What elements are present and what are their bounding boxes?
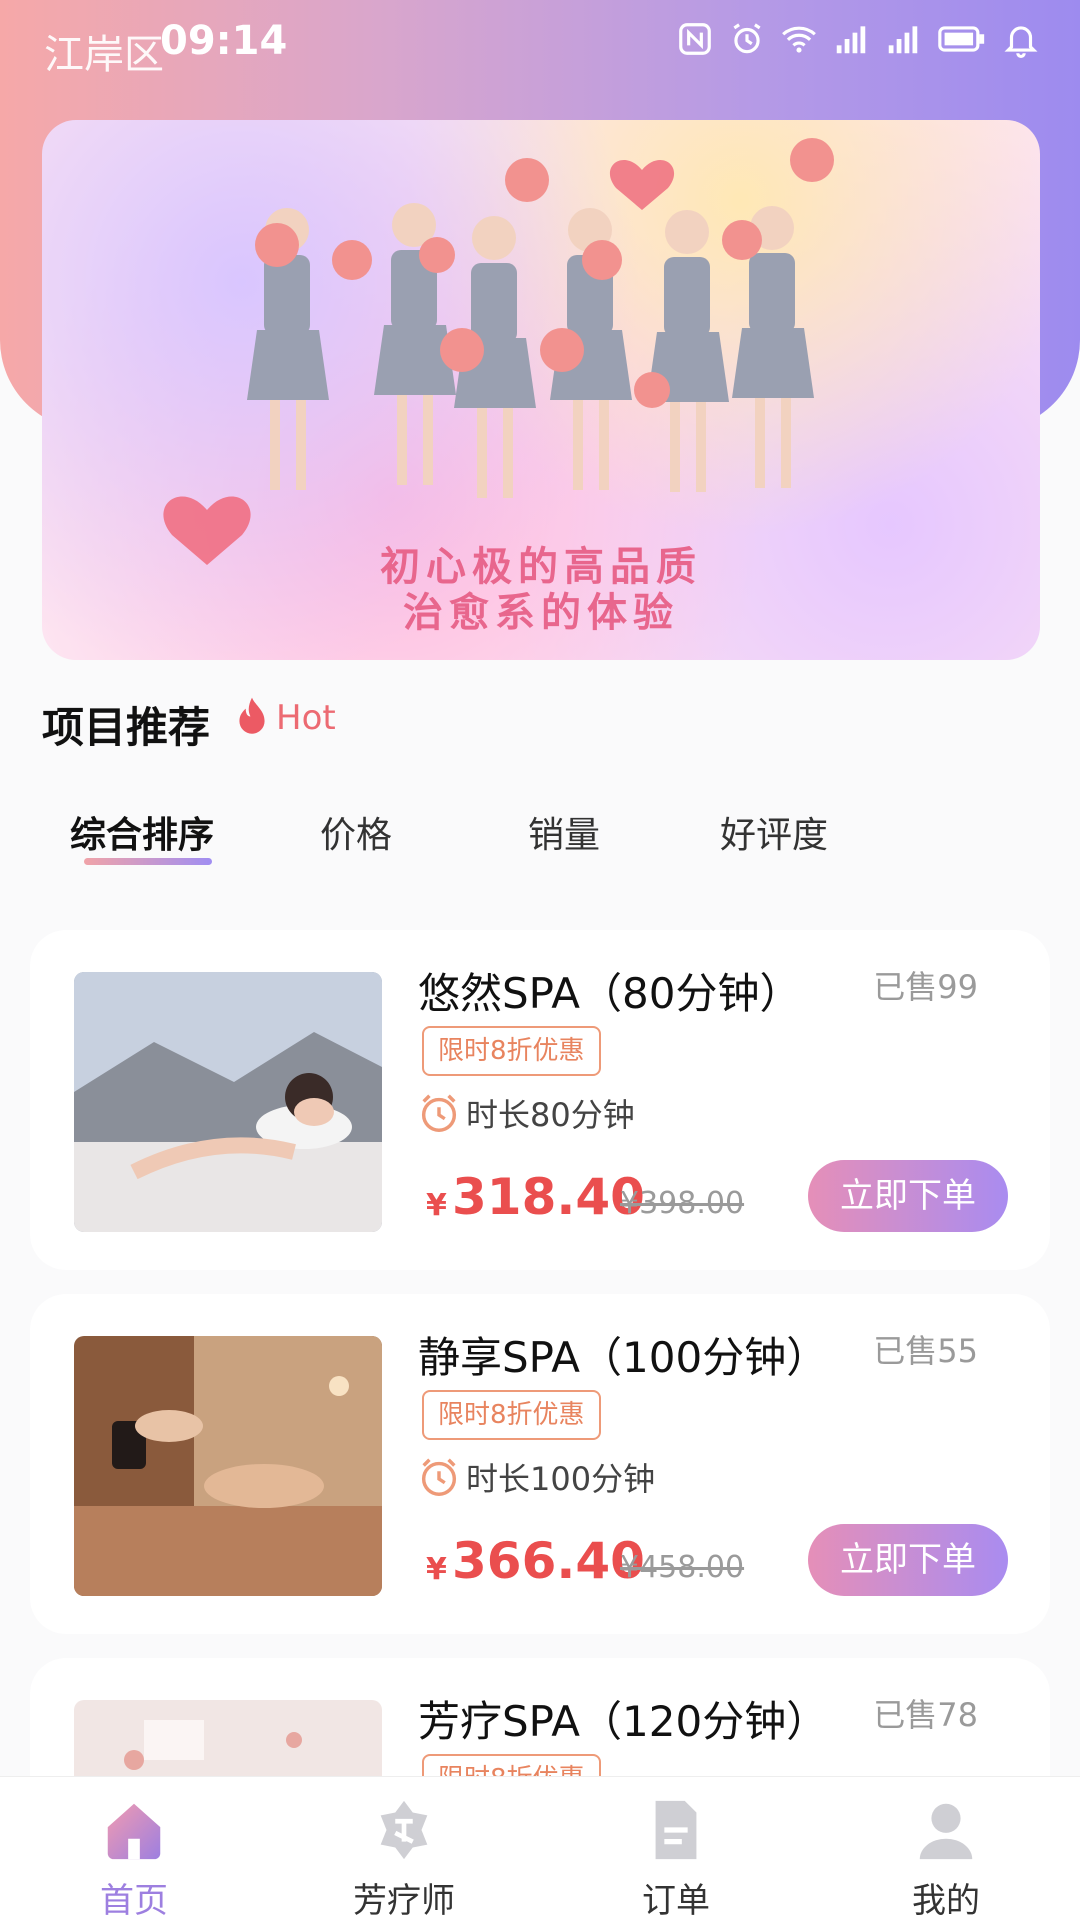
- status-time: 09:14: [160, 18, 288, 64]
- sold-count: 已售78: [873, 1696, 978, 1734]
- battery-icon: [936, 20, 988, 58]
- promo-banner[interactable]: 初心极的高品质 治愈系的体验: [42, 120, 1040, 660]
- sale-price: 318.40: [452, 1168, 645, 1226]
- original-price: ¥398.00: [620, 1186, 745, 1221]
- section-title: 项目推荐: [42, 703, 211, 752]
- signal-4g-icon: [884, 20, 922, 58]
- tab-sales[interactable]: 销量: [528, 806, 600, 858]
- signal-5g-icon: [832, 20, 870, 58]
- clock-icon: [421, 1094, 457, 1132]
- order-icon: [655, 1800, 697, 1860]
- wifi-icon: [780, 20, 818, 58]
- nav-profile-label: 我的: [912, 1881, 980, 1920]
- nav-therapist[interactable]: 芳疗师: [314, 1795, 494, 1920]
- nav-orders-label: 订单: [642, 1881, 710, 1920]
- product-image: [74, 972, 382, 1232]
- status-icons: [676, 20, 1040, 58]
- app-page: 江岸区 09:14 初心极的高品质 治愈系的体验 项目推荐 Hot 综合排序 价…: [0, 0, 1080, 1920]
- nav-home[interactable]: 首页: [44, 1795, 224, 1920]
- sold-count: 已售55: [873, 1332, 978, 1370]
- product-name: 芳疗SPA（120分钟）: [418, 1697, 829, 1746]
- original-price: ¥458.00: [620, 1550, 745, 1585]
- order-now-button[interactable]: 立即下单: [808, 1524, 1008, 1596]
- currency-symbol: ¥: [426, 1188, 447, 1223]
- banner-headline-2: 治愈系的体验: [403, 590, 679, 636]
- product-name: 悠然SPA（80分钟）: [418, 969, 802, 1018]
- discount-tag: 限时8折优惠: [422, 1026, 601, 1076]
- nav-therapist-label: 芳疗师: [353, 1881, 455, 1920]
- clock-icon: [421, 1458, 457, 1496]
- product-card[interactable]: 悠然SPA（80分钟） 已售99 限时8折优惠 时长80分钟 ¥ 318.40 …: [30, 930, 1050, 1270]
- hot-label: Hot: [276, 698, 336, 738]
- location-label[interactable]: 江岸区: [44, 22, 164, 80]
- profile-icon: [919, 1803, 973, 1860]
- product-image: [74, 1336, 382, 1596]
- tab-price[interactable]: 价格: [320, 806, 392, 858]
- notification-bell-icon[interactable]: [1002, 20, 1040, 58]
- discount-tag: 限时8折优惠: [422, 1390, 601, 1440]
- product-name: 静享SPA（100分钟）: [418, 1333, 829, 1382]
- nav-home-label: 首页: [100, 1881, 168, 1920]
- sold-count: 已售99: [873, 968, 978, 1006]
- status-bar: 江岸区 09:14: [0, 0, 1080, 90]
- hot-badge: Hot: [232, 696, 336, 740]
- sort-tabs: 综合排序 价格 销量 好评度: [0, 806, 1080, 876]
- tab-comprehensive-sort[interactable]: 综合排序: [70, 806, 214, 858]
- nav-profile[interactable]: 我的: [856, 1795, 1036, 1920]
- duration-row: 时长100分钟: [416, 1454, 655, 1500]
- product-card[interactable]: 静享SPA（100分钟） 已售55 限时8折优惠 时长100分钟 ¥ 366.4…: [30, 1294, 1050, 1634]
- bottom-navigation: 首页 芳疗师 订单 我的: [0, 1776, 1080, 1920]
- tab-rating[interactable]: 好评度: [720, 806, 828, 858]
- sale-price: 366.40: [452, 1532, 645, 1590]
- duration-label: 时长100分钟: [466, 1460, 656, 1498]
- active-tab-indicator: [84, 858, 212, 865]
- currency-symbol: ¥: [426, 1552, 447, 1587]
- nfc-icon: [676, 20, 714, 58]
- nav-orders[interactable]: 订单: [586, 1795, 766, 1920]
- alarm-icon: [728, 20, 766, 58]
- duration-label: 时长80分钟: [466, 1096, 635, 1134]
- duration-row: 时长80分钟: [416, 1090, 635, 1136]
- flame-icon: [239, 697, 265, 734]
- home-icon: [107, 1803, 161, 1860]
- therapist-icon: [380, 1800, 428, 1860]
- order-now-button[interactable]: 立即下单: [808, 1160, 1008, 1232]
